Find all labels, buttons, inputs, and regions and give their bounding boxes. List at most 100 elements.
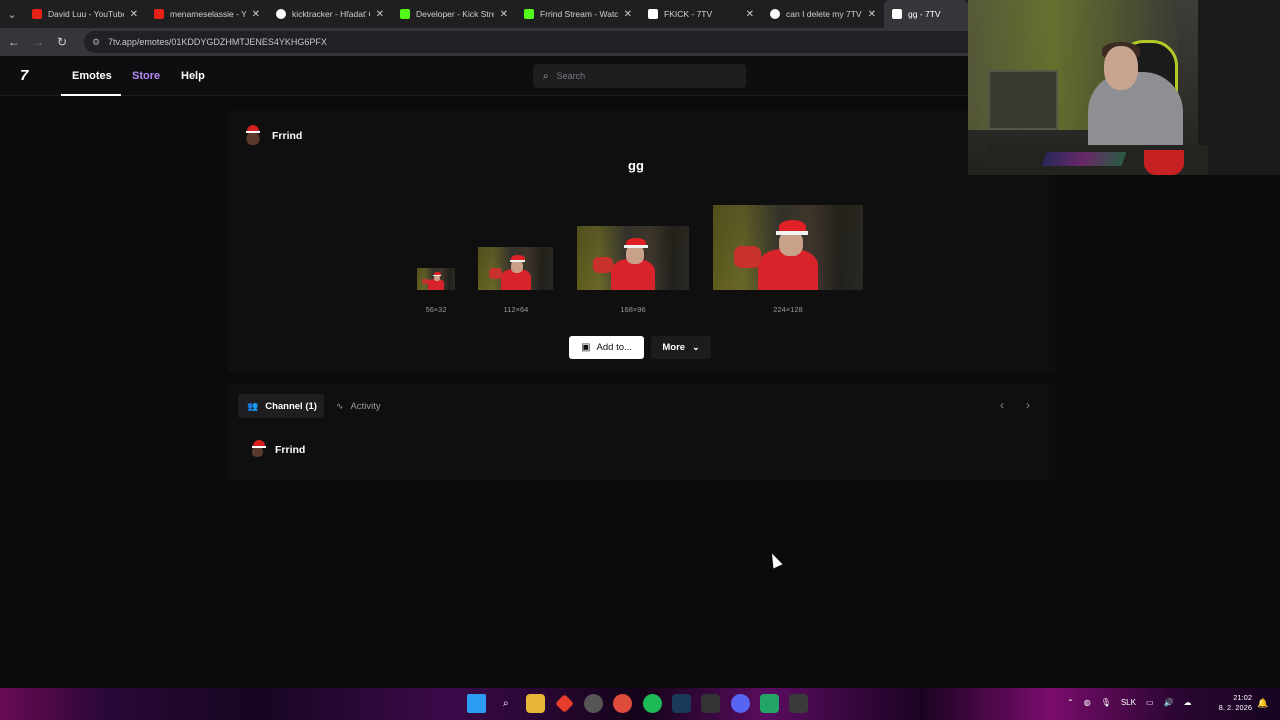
close-icon[interactable]: ✕ (624, 9, 632, 20)
close-icon[interactable]: ✕ (376, 9, 384, 20)
nav-emotes[interactable]: Emotes (72, 70, 112, 82)
users-icon: 👥 (247, 400, 259, 411)
notification-bell-icon[interactable]: 🔔 (1257, 698, 1268, 709)
back-icon[interactable]: ← (2, 35, 26, 49)
chrome-icon[interactable] (584, 694, 604, 713)
discord-icon[interactable] (730, 694, 750, 713)
emote-preview-168[interactable] (577, 226, 689, 290)
tab-label: menameselassie - Yo (170, 9, 246, 19)
add-to-button[interactable]: ▣ Add to... (569, 336, 644, 359)
google-icon (770, 9, 780, 19)
more-button[interactable]: More ⌄ (651, 336, 711, 359)
emote-preview-112[interactable] (478, 247, 553, 290)
close-icon[interactable]: ✕ (868, 9, 876, 20)
chrome-icon[interactable] (613, 694, 633, 713)
emote-preview-56[interactable] (417, 268, 455, 290)
close-icon[interactable]: ✕ (252, 9, 260, 20)
sheets-icon[interactable] (759, 694, 779, 713)
browser-tab-active[interactable]: gg - 7TV (884, 0, 968, 28)
system-tray: ⌃ ◍ 🎙 SLK ▭ 🔊 ☁ (1067, 698, 1202, 707)
kick-icon (400, 9, 410, 19)
channel-name: Frrind (275, 443, 306, 456)
clock-time: 21:02 (1233, 693, 1252, 702)
clock-date: 8. 2. 2026 (1218, 703, 1252, 712)
emote-preview-224[interactable] (713, 205, 863, 290)
url-text: 7tv.app/emotes/01KDDYGDZHMTJENES4YKHG6PF… (108, 37, 327, 47)
google-icon (276, 9, 286, 19)
windows-icon[interactable] (467, 694, 486, 713)
close-icon[interactable]: ✕ (500, 9, 508, 20)
explorer-icon[interactable] (525, 694, 545, 713)
cloud-icon[interactable]: ☁ (1184, 698, 1192, 707)
browser-tab[interactable]: Developer - Kick Stre ✕ (392, 0, 516, 28)
tab-channel-label: Channel (1) (265, 400, 317, 412)
browser-tab[interactable]: kicktracker - Hľadať G ✕ (268, 0, 392, 28)
7tv-icon (892, 9, 902, 19)
7tv-icon (648, 9, 658, 19)
microphone-icon[interactable]: 🎙 (1101, 698, 1111, 707)
chevron-up-icon[interactable]: ⌃ (1067, 698, 1074, 707)
kick-icon (524, 9, 534, 19)
chevron-right-icon[interactable]: › (1026, 398, 1030, 412)
network-icon[interactable]: ▭ (1146, 698, 1154, 707)
webcam-overlay (968, 0, 1280, 175)
mouse-cursor-icon (767, 551, 783, 569)
avatar (244, 125, 262, 145)
tab-label: Frrind Stream - Watc (540, 9, 618, 19)
clock[interactable]: 21:02 8. 2. 2026 (1214, 693, 1252, 713)
url-field[interactable]: ⚙ 7tv.app/emotes/01KDDYGDZHMTJENES4YKHG6… (84, 31, 984, 53)
emote-title: gg (628, 158, 644, 173)
active-nav-underline (61, 94, 121, 96)
folder-plus-icon: ▣ (581, 342, 591, 353)
chevron-down-icon: ⌄ (692, 342, 700, 352)
more-label: More (662, 342, 686, 353)
nav-help[interactable]: Help (181, 70, 205, 82)
app-tray-icon[interactable]: ◍ (1084, 698, 1091, 707)
activity-icon: ∿ (336, 400, 344, 411)
browser-tab[interactable]: FKICK - 7TV ✕ (640, 0, 762, 28)
browser-tab[interactable]: can I delete my 7TV a ✕ (762, 0, 884, 28)
youtube-icon (154, 9, 164, 19)
search-placeholder: Search (556, 71, 586, 81)
close-icon[interactable]: ✕ (746, 9, 754, 20)
emote-owner[interactable]: Frrind (244, 125, 303, 145)
spotify-icon[interactable] (642, 694, 662, 713)
app-icon[interactable] (701, 694, 721, 713)
browser-tab[interactable]: menameselassie - Yo ✕ (146, 0, 268, 28)
owner-name: Frrind (272, 130, 303, 142)
search-input[interactable]: ⌕ Search (533, 64, 746, 88)
size-label: 168×96 (620, 305, 646, 314)
forward-icon[interactable]: → (26, 35, 50, 49)
tab-activity[interactable]: ∿ Activity (336, 394, 381, 418)
language-indicator[interactable]: SLK (1121, 698, 1136, 707)
search-icon[interactable]: ⌕ (496, 694, 515, 713)
size-label: 56×32 (425, 305, 447, 314)
app-icon[interactable] (789, 694, 809, 713)
tab-search-icon[interactable]: ⌄ (0, 0, 24, 28)
add-to-label: Add to... (596, 342, 632, 353)
tab-label: can I delete my 7TV a (786, 9, 862, 19)
volume-icon[interactable]: 🔊 (1164, 698, 1174, 707)
tab-label: kicktracker - Hľadať G (292, 9, 370, 19)
site-header: 7 Emotes Store Help ⌕ Search (0, 56, 968, 96)
tab-activity-label: Activity (350, 400, 381, 412)
site-info-icon[interactable]: ⚙ (92, 37, 102, 48)
chevron-left-icon[interactable]: ‹ (1000, 398, 1004, 412)
tab-label: David Luu - YouTube (48, 9, 124, 19)
steam-icon[interactable] (672, 694, 692, 713)
7tv-logo-icon[interactable]: 7 (20, 67, 28, 84)
youtube-icon (32, 9, 42, 19)
windows-taskbar: ⌕ ⌃ ◍ 🎙 SLK ▭ 🔊 ☁ 21:02 8. 2. 2026 🔔 (0, 688, 1280, 720)
size-label: 112×64 (503, 305, 529, 314)
reload-icon[interactable]: ↻ (50, 35, 74, 49)
size-label: 224×128 (773, 305, 803, 314)
close-icon[interactable]: ✕ (130, 9, 138, 20)
browser-tab[interactable]: Frrind Stream - Watc ✕ (516, 0, 640, 28)
tab-label: Developer - Kick Stre (416, 9, 494, 19)
browser-tab[interactable]: David Luu - YouTube ✕ (24, 0, 146, 28)
app-icon[interactable] (554, 694, 574, 713)
tab-channel[interactable]: 👥 Channel (1) (238, 394, 324, 418)
tab-label: FKICK - 7TV (664, 9, 713, 19)
channel-list-item[interactable]: Frrind (250, 440, 306, 457)
nav-store[interactable]: Store (132, 70, 160, 82)
